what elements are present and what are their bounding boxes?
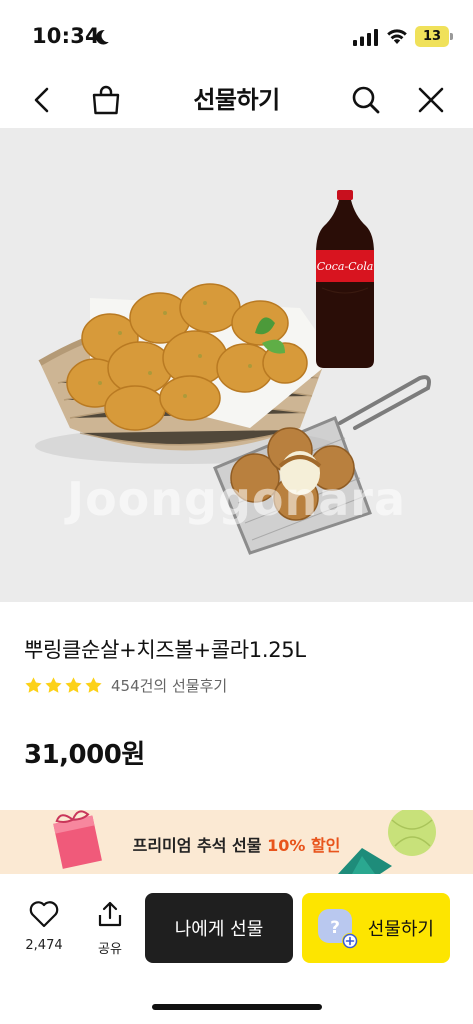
share-button[interactable]: 공유 xyxy=(88,900,132,960)
status-bar: 10:34 13 xyxy=(0,0,473,72)
gift-to-self-button[interactable]: 나에게 선물 xyxy=(145,893,293,963)
friend-avatar-mark: ? xyxy=(330,918,340,938)
gift-to-self-label: 나에게 선물 xyxy=(174,919,264,940)
product-name: 뿌링클순살+치즈볼+콜라1.25L xyxy=(24,638,306,662)
search-icon xyxy=(352,86,380,114)
like-count: 2,474 xyxy=(25,938,63,953)
close-icon xyxy=(418,87,444,113)
signal-icon xyxy=(353,29,378,46)
promo-banner[interactable]: 프리미엄 추석 선물 10% 할인 xyxy=(0,810,473,874)
moon-icon xyxy=(96,30,109,45)
bottle-label: Coca-Cola xyxy=(317,260,374,273)
page-title: 선물하기 xyxy=(193,86,280,114)
like-button[interactable]: 2,474 xyxy=(22,900,66,960)
promo-text-main: 프리미엄 추석 선물 xyxy=(132,836,262,855)
friend-avatar-icon: ? xyxy=(318,909,358,949)
product-illustration: Coca-Cola xyxy=(35,190,431,555)
product-image[interactable]: Coca-Cola Joonggonara xyxy=(0,128,473,602)
star-icon xyxy=(85,676,102,693)
gift-button[interactable]: ? 선물하기 xyxy=(302,893,450,963)
product-price: 31,000원 xyxy=(24,740,145,770)
star-icon xyxy=(65,676,82,693)
wifi-icon xyxy=(387,29,407,44)
rating-stars xyxy=(24,676,103,695)
share-label: 공유 xyxy=(98,942,122,957)
gift-button-label: 선물하기 xyxy=(367,919,434,940)
close-button[interactable] xyxy=(411,80,451,120)
star-icon xyxy=(25,676,42,693)
heart-icon xyxy=(29,901,59,928)
cola-bottle: Coca-Cola xyxy=(316,190,374,368)
share-icon xyxy=(98,901,122,927)
battery-indicator: 13 xyxy=(415,26,453,47)
promo-discount: 10% 할인 xyxy=(267,836,341,855)
nav-bar: 선물하기 xyxy=(0,72,473,128)
promo-text: 프리미엄 추석 선물 10% 할인 xyxy=(0,832,473,856)
star-icon xyxy=(45,676,62,693)
image-watermark: Joonggonara xyxy=(66,472,407,526)
rating-row[interactable]: 454건의 선물후기 xyxy=(24,674,227,696)
search-button[interactable] xyxy=(346,80,386,120)
review-count: 454건의 선물후기 xyxy=(111,676,228,695)
bottom-action-bar: 2,474 공유 나에게 선물 ? 선물하기 xyxy=(0,874,473,1024)
home-indicator xyxy=(152,1004,322,1010)
status-time: 10:34 xyxy=(32,24,100,48)
